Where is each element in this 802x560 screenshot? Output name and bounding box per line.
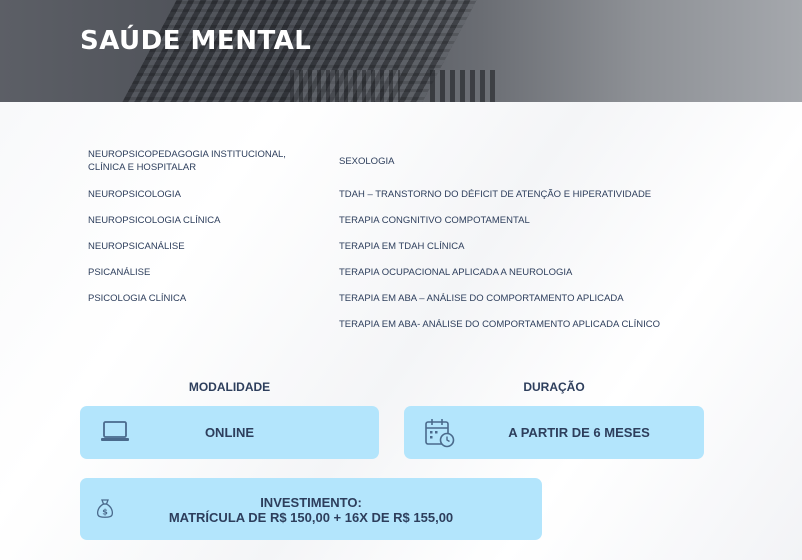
course-item[interactable]: NEUROPSICOLOGIA [88, 188, 308, 214]
course-list-left: NEUROPSICOPEDAGOGIA INSTITUCIONAL, CLÍNI… [88, 148, 308, 318]
modalidade-label: MODALIDADE [188, 380, 271, 394]
building-image-lower [290, 70, 400, 102]
investimento-text: INVESTIMENTO: MATRÍCULA DE R$ 150,00 + 1… [80, 495, 542, 525]
course-item[interactable]: SEXOLOGIA [339, 148, 739, 188]
calendar-clock-icon [425, 419, 455, 448]
duracao-card: A PARTIR DE 6 MESES [404, 406, 704, 459]
course-item[interactable]: TERAPIA CONGNITIVO COMPOTAMENTAL [339, 214, 739, 240]
course-item[interactable]: TERAPIA OCUPACIONAL APLICADA A NEUROLOGI… [339, 266, 739, 292]
course-item[interactable]: PSICANÁLISE [88, 266, 308, 292]
duracao-label: DURAÇÃO [523, 380, 585, 394]
hero-banner: SAÚDE MENTAL [0, 0, 802, 102]
investimento-title: INVESTIMENTO: [260, 495, 362, 510]
course-item[interactable]: TERAPIA EM ABA – ANÁLISE DO COMPORTAMENT… [339, 292, 739, 318]
modalidade-card: ONLINE [80, 406, 379, 459]
duracao-value: A PARTIR DE 6 MESES [508, 425, 650, 440]
course-item[interactable]: NEUROPSICANÁLISE [88, 240, 308, 266]
modalidade-value: ONLINE [204, 425, 255, 440]
course-list-right: SEXOLOGIA TDAH – TRANSTORNO DO DÉFICIT D… [339, 148, 739, 344]
course-item[interactable]: NEUROPSICOPEDAGOGIA INSTITUCIONAL, CLÍNI… [88, 148, 308, 188]
course-item[interactable]: TDAH – TRANSTORNO DO DÉFICIT DE ATENÇÃO … [339, 188, 739, 214]
investimento-card: $ INVESTIMENTO: MATRÍCULA DE R$ 150,00 +… [80, 478, 542, 540]
page-title: SAÚDE MENTAL [80, 26, 312, 56]
building-image-small [430, 70, 500, 102]
investimento-detail: MATRÍCULA DE R$ 150,00 + 16X DE R$ 155,0… [168, 510, 454, 525]
course-item[interactable]: TERAPIA EM TDAH CLÍNICA [339, 240, 739, 266]
course-item[interactable]: NEUROPSICOLOGIA CLÍNICA [88, 214, 308, 240]
course-item[interactable]: TERAPIA EM ABA- ANÁLISE DO COMPORTAMENTO… [339, 318, 739, 344]
course-item[interactable]: PSICOLOGIA CLÍNICA [88, 292, 308, 318]
